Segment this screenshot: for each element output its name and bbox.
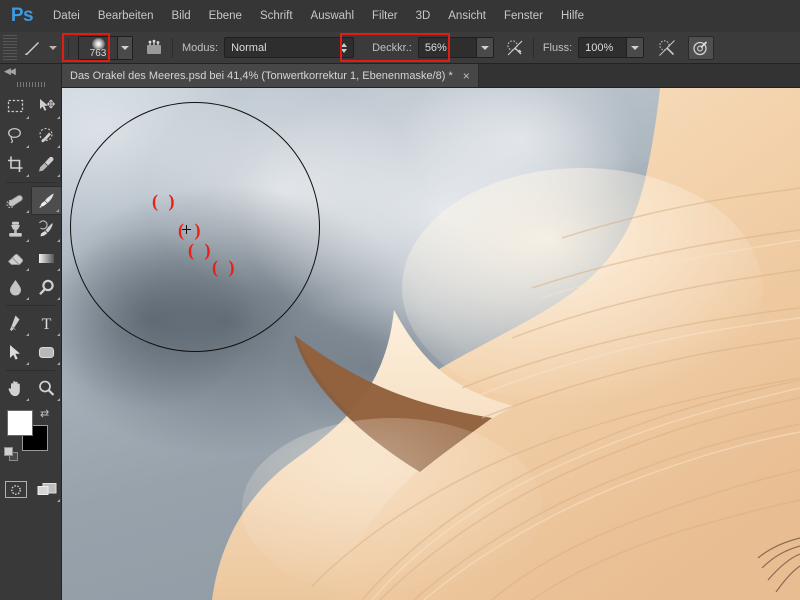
- menu-item-filter[interactable]: Filter: [363, 0, 407, 32]
- tool-lasso[interactable]: [0, 121, 31, 150]
- tool-grid-nav: [0, 374, 61, 403]
- brush-preset-dropdown-arrow[interactable]: [117, 36, 132, 59]
- toolbar-divider-2: [6, 305, 55, 306]
- menu-bar: Ps Datei Bearbeiten Bild Ebene Schrift A…: [0, 0, 800, 32]
- red-mark-1: ( ): [152, 191, 178, 211]
- tool-hand[interactable]: [0, 374, 31, 403]
- menu-item-3d[interactable]: 3D: [407, 0, 440, 32]
- menu-item-auswahl[interactable]: Auswahl: [302, 0, 363, 32]
- toolbar-divider-1: [6, 182, 55, 183]
- brush-panel-button[interactable]: [141, 36, 167, 60]
- tool-spot-healing-brush[interactable]: [0, 186, 31, 215]
- quick-mask-icon: [4, 481, 27, 498]
- tool-clone-stamp[interactable]: [0, 215, 31, 244]
- tool-preset-caret-icon[interactable]: [49, 45, 57, 50]
- opacity-input[interactable]: 56%: [417, 37, 494, 58]
- options-separator-2: [172, 37, 173, 58]
- tool-grid-paint: [0, 186, 62, 302]
- document-tab[interactable]: Das Orakel des Meeres.psd bei 41,4% (Ton…: [62, 64, 479, 87]
- toolbar-divider-3: [6, 370, 55, 371]
- quick-mask-button[interactable]: [0, 475, 31, 504]
- brush-preset-picker[interactable]: 763: [78, 35, 133, 60]
- airbrush-button[interactable]: [654, 36, 680, 60]
- brush-crosshair: [182, 225, 191, 234]
- menu-item-bild[interactable]: Bild: [162, 0, 199, 32]
- document-tab-strip: Das Orakel des Meeres.psd bei 41,4% (Ton…: [62, 64, 800, 88]
- tool-dodge[interactable]: [31, 273, 62, 302]
- current-tool-brush-icon[interactable]: [17, 38, 47, 58]
- tool-rounded-rectangle[interactable]: [31, 338, 62, 367]
- tool-crop[interactable]: [0, 150, 31, 179]
- menu-item-fenster[interactable]: Fenster: [495, 0, 552, 32]
- opacity-value: 56%: [424, 41, 447, 54]
- options-separator: [68, 37, 69, 58]
- tool-grid-vector: T: [0, 309, 61, 367]
- options-bar-grip[interactable]: [3, 34, 17, 61]
- foreground-color-swatch[interactable]: [7, 410, 33, 436]
- tool-zoom[interactable]: [31, 374, 62, 403]
- options-separator-3: [532, 37, 534, 58]
- menu-item-ansicht[interactable]: Ansicht: [439, 0, 495, 32]
- tool-pen[interactable]: [0, 309, 31, 338]
- menu-item-bearbeiten[interactable]: Bearbeiten: [89, 0, 163, 32]
- mode-label: Modus:: [182, 41, 219, 54]
- color-swatches: ⇄: [0, 407, 61, 467]
- document-tab-title: Das Orakel des Meeres.psd bei 41,4% (Ton…: [70, 69, 453, 82]
- menu-item-datei[interactable]: Datei: [44, 0, 89, 32]
- tool-quick-selection[interactable]: [31, 121, 62, 150]
- close-icon[interactable]: ×: [463, 70, 470, 82]
- toolbar-grip[interactable]: [16, 82, 45, 87]
- opacity-pressure-button[interactable]: [502, 36, 528, 60]
- chevron-down-icon: [121, 45, 129, 50]
- flow-input[interactable]: 100%: [578, 37, 645, 58]
- tool-eyedropper[interactable]: [31, 150, 62, 179]
- chevron-down-icon: [480, 45, 489, 50]
- tool-brush[interactable]: [31, 186, 62, 215]
- photoshop-logo: Ps: [10, 5, 34, 26]
- tool-type[interactable]: T: [31, 309, 62, 338]
- menu-item-schrift[interactable]: Schrift: [251, 0, 302, 32]
- tablet-pressure-button[interactable]: [688, 35, 715, 60]
- tool-move[interactable]: [31, 92, 62, 121]
- collapse-panel-button[interactable]: ◀◀: [0, 64, 61, 79]
- tool-options-bar: 763 Modus: Normal Deckkr.: 56% Fluss: 10…: [0, 32, 800, 64]
- tools-panel: ◀◀ T ⇄: [0, 64, 62, 600]
- canvas-area[interactable]: ( ) ( ) ( ) ( ): [62, 88, 800, 600]
- red-mark-4: ( ): [212, 257, 238, 277]
- tool-blur[interactable]: [0, 273, 31, 302]
- tool-grid-top: [0, 92, 61, 179]
- brush-size-value: 763: [89, 47, 107, 59]
- blend-mode-value: Normal: [231, 41, 267, 54]
- tool-rectangular-marquee[interactable]: [0, 92, 31, 121]
- menu-item-hilfe[interactable]: Hilfe: [552, 0, 593, 32]
- flow-value: 100%: [585, 41, 614, 54]
- tool-path-selection[interactable]: [0, 338, 31, 367]
- swap-colors-icon[interactable]: ⇄: [40, 407, 49, 420]
- menu-item-ebene[interactable]: Ebene: [200, 0, 251, 32]
- brush-thumbnail[interactable]: 763: [79, 36, 117, 59]
- blend-mode-stepper-icon[interactable]: [341, 42, 353, 53]
- mode-buttons: [0, 475, 61, 504]
- flow-dropdown-arrow[interactable]: [626, 38, 644, 57]
- chevron-down-icon: [631, 45, 640, 50]
- screen-mode-button[interactable]: [31, 475, 62, 504]
- red-mark-3: ( ): [188, 240, 214, 260]
- photoshop-window: Ps Datei Bearbeiten Bild Ebene Schrift A…: [0, 0, 800, 600]
- blend-mode-select[interactable]: Normal: [224, 37, 355, 58]
- opacity-dropdown-arrow[interactable]: [475, 38, 493, 57]
- tool-eraser[interactable]: [0, 244, 31, 273]
- tool-gradient[interactable]: [31, 244, 62, 273]
- svg-text:T: T: [42, 316, 52, 333]
- tool-history-brush[interactable]: [31, 215, 62, 244]
- opacity-label: Deckkr.:: [372, 41, 412, 54]
- flow-label: Fluss:: [542, 41, 573, 54]
